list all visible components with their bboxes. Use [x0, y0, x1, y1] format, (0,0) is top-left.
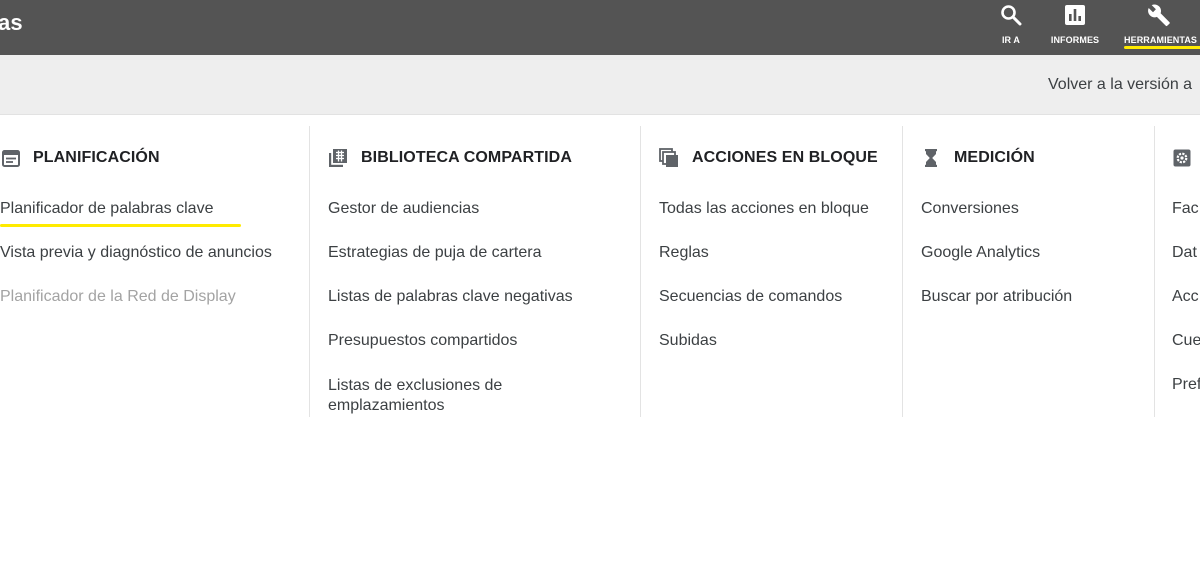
menu-item-keyword-planner[interactable]: Planificador de palabras clave: [0, 199, 213, 219]
column-title: BIBLIOTECA COMPARTIDA: [361, 149, 572, 166]
column-bulk-actions: ACCIONES EN BLOQUE Todas las acciones en…: [659, 126, 902, 417]
menu-item-audience-manager[interactable]: Gestor de audiencias: [328, 199, 479, 219]
reports-icon: [1065, 5, 1085, 25]
column-divider: [902, 126, 903, 417]
settings-icon: [1173, 149, 1191, 167]
column-setup: Fac Dat Acc Cue Pref: [1172, 126, 1200, 417]
column-divider: [1154, 126, 1155, 417]
nav-reports-label: INFORMES: [1050, 35, 1100, 45]
menu-item-preferences[interactable]: Pref: [1172, 375, 1200, 395]
menu-item-ad-preview[interactable]: Vista previa y diagnóstico de anuncios: [0, 243, 272, 263]
menu-item-account[interactable]: Cue: [1172, 331, 1200, 351]
menu-item-conversions[interactable]: Conversiones: [921, 199, 1019, 219]
app-title: as: [0, 10, 23, 35]
menu-item-attribution[interactable]: Buscar por atribución: [921, 287, 1072, 307]
column-shared-library: BIBLIOTECA COMPARTIDA Gestor de audienci…: [328, 126, 640, 417]
menu-item-portfolio-bid-strategies[interactable]: Estrategias de puja de cartera: [328, 243, 541, 263]
column-title: MEDICIÓN: [954, 149, 1035, 166]
library-icon: [329, 149, 347, 167]
bulk-actions-icon: [659, 148, 678, 167]
menu-item-billing[interactable]: Fac: [1172, 199, 1199, 219]
column-divider: [640, 126, 641, 417]
back-to-previous-version-link[interactable]: Volver a la versión a: [1048, 76, 1192, 94]
menu-item-display-planner: Planificador de la Red de Display: [0, 288, 236, 305]
menu-item-business-data[interactable]: Dat: [1172, 243, 1197, 263]
column-planning: PLANIFICACIÓN Planificador de palabras c…: [0, 126, 310, 417]
menu-item-scripts[interactable]: Secuencias de comandos: [659, 287, 842, 307]
menu-item-negative-keyword-lists[interactable]: Listas de palabras clave negativas: [328, 287, 573, 307]
nav-go-to-button[interactable]: IR A: [994, 0, 1028, 55]
active-tab-highlight: [1124, 46, 1200, 49]
top-bar: as IR A INFORMES HERRAMIENTAS: [0, 0, 1200, 55]
menu-item-uploads[interactable]: Subidas: [659, 331, 717, 351]
column-title: PLANIFICACIÓN: [33, 149, 160, 166]
menu-item-google-analytics[interactable]: Google Analytics: [921, 243, 1040, 263]
column-title: ACCIONES EN BLOQUE: [692, 149, 878, 166]
column-measurement: MEDICIÓN Conversiones Google Analytics B…: [921, 126, 1154, 417]
menu-item-rules[interactable]: Reglas: [659, 243, 709, 263]
hourglass-icon: [925, 149, 937, 167]
keyword-planner-highlight: [0, 224, 241, 227]
menu-item-shared-budgets[interactable]: Presupuestos compartidos: [328, 331, 517, 351]
wrench-icon: [1148, 4, 1170, 27]
nav-go-to-label: IR A: [1001, 35, 1021, 45]
nav-reports-button[interactable]: INFORMES: [1046, 0, 1104, 55]
subheader-strip: Volver a la versión a: [0, 55, 1200, 115]
menu-item-all-bulk-actions[interactable]: Todas las acciones en bloque: [659, 199, 869, 219]
nav-tools-label: HERRAMIENTAS: [1124, 35, 1198, 45]
calendar-icon: [2, 150, 20, 167]
column-divider: [309, 126, 310, 417]
search-icon: [1001, 5, 1022, 26]
menu-item-placement-exclusion-lists[interactable]: Listas de exclusiones de emplazamientos: [328, 376, 538, 416]
menu-item-access[interactable]: Acc: [1172, 287, 1199, 307]
